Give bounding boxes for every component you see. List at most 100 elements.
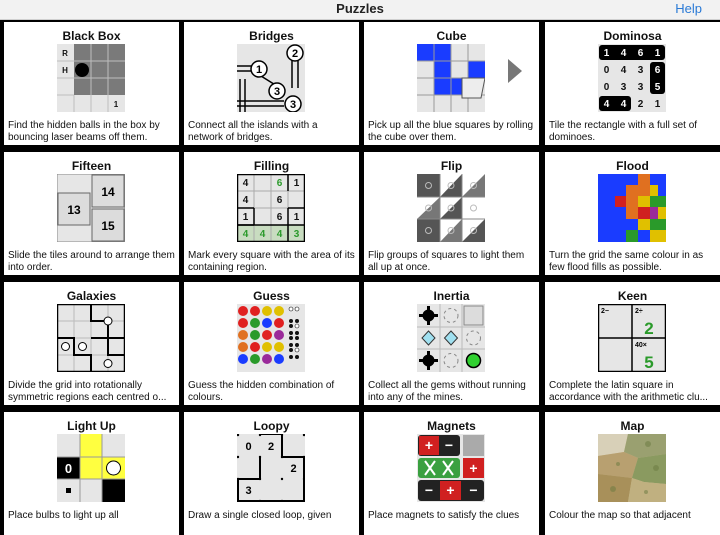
puzzle-name: Flip xyxy=(440,159,463,173)
fifteen-tile: 14 xyxy=(101,185,115,199)
fifteen-tile: 15 xyxy=(101,219,115,233)
dominosa-cell: 1 xyxy=(655,48,661,59)
flood-icon xyxy=(598,174,666,242)
puzzle-name: Map xyxy=(620,419,645,433)
puzzle-card-flip[interactable]: Flip Flip groups of squares to light the… xyxy=(364,152,539,275)
puzzle-description: Guess the hidden combination of colours. xyxy=(188,380,335,403)
keen-clue: 2− xyxy=(601,308,609,315)
puzzle-description: Complete the latin square in accordance … xyxy=(549,380,708,403)
dominosa-cell: 0 xyxy=(604,82,610,93)
puzzle-card-guess[interactable]: Guess Guess the hidden combination of co… xyxy=(184,282,359,405)
puzzle-card-map[interactable]: Map Colour the map so that adjacent xyxy=(545,412,720,535)
filling-cell: 4 xyxy=(243,178,249,189)
dominosa-cell: 6 xyxy=(655,65,661,76)
puzzle-description: Colour the map so that adjacent xyxy=(549,510,691,521)
svg-text:−: − xyxy=(445,437,453,453)
dominosa-cell: 6 xyxy=(638,48,644,59)
filling-cell: 4 xyxy=(243,229,249,240)
puzzle-description: Turn the grid the same colour in as few … xyxy=(549,250,704,273)
svg-text:+: + xyxy=(446,482,454,498)
puzzle-description: Tile the rectangle with a full set of do… xyxy=(549,120,698,143)
dominosa-cell: 3 xyxy=(621,82,627,93)
puzzle-card-inertia[interactable]: Inertia Collect all the gems without run… xyxy=(364,282,539,405)
puzzle-card-light-up[interactable]: Light Up 0 Place bulbs to light up all xyxy=(4,412,179,535)
puzzle-card-black-box[interactable]: Black Box R H 1 Find the hidden balls in… xyxy=(4,22,179,145)
puzzle-card-galaxies[interactable]: Galaxies Divide the grid into rotational… xyxy=(4,282,179,405)
dominosa-cell: 4 xyxy=(621,65,627,76)
bridges-num-3a: 3 xyxy=(274,86,280,98)
puzzle-name: Keen xyxy=(617,289,648,303)
puzzle-name: Galaxies xyxy=(66,289,117,303)
flip-icon xyxy=(417,174,485,242)
filling-cell: 3 xyxy=(294,229,300,240)
cube-icon xyxy=(417,44,485,112)
puzzle-name: Black Box xyxy=(62,29,121,43)
black-box-label-r: R xyxy=(62,49,68,58)
keen-clue: 2÷ xyxy=(635,308,643,315)
puzzle-name: Filling xyxy=(253,159,290,173)
dominosa-cell: 5 xyxy=(655,82,661,93)
bridges-num-1: 1 xyxy=(256,64,262,76)
black-box-label-1: 1 xyxy=(114,100,119,109)
puzzle-card-loopy[interactable]: Loopy 0 2 2 3 Draw a single closed loop,… xyxy=(184,412,359,535)
puzzle-description: Connect all the islands with a network o… xyxy=(188,120,318,143)
puzzle-description: Pick up all the blue squares by rolling … xyxy=(368,120,534,143)
svg-text:−: − xyxy=(425,482,433,498)
dominosa-cell: 0 xyxy=(604,65,610,76)
chevron-right-icon xyxy=(507,58,523,89)
puzzle-name: Bridges xyxy=(249,29,294,43)
puzzle-card-keen[interactable]: Keen 2− 2÷ 2 40× 5 Complete the latin sq… xyxy=(545,282,720,405)
loopy-clue: 3 xyxy=(245,485,251,497)
puzzle-card-filling[interactable]: Filling 4 6 1 4 6 1 6 1 4 4 4 3 Mark eve… xyxy=(184,152,359,275)
keen-value: 2 xyxy=(644,319,653,338)
loopy-clue: 0 xyxy=(245,441,251,453)
title-bar: Puzzles Help xyxy=(0,0,720,20)
bridges-num-2: 2 xyxy=(292,48,298,60)
filling-cell: 6 xyxy=(277,178,283,189)
fifteen-tile: 13 xyxy=(67,203,81,217)
filling-cell: 1 xyxy=(294,212,300,223)
help-button[interactable]: Help xyxy=(675,1,702,16)
galaxies-icon xyxy=(57,304,125,372)
filling-cell: 6 xyxy=(277,212,283,223)
puzzle-name: Cube xyxy=(436,29,467,43)
light-up-clue: 0 xyxy=(65,461,72,476)
loopy-clue: 2 xyxy=(268,441,274,453)
dominosa-cell: 3 xyxy=(638,82,644,93)
puzzle-name: Light Up xyxy=(67,419,116,433)
filling-icon: 4 6 1 4 6 1 6 1 4 4 4 3 xyxy=(237,174,305,242)
filling-cell: 4 xyxy=(277,229,283,240)
puzzle-grid: Black Box R H 1 Find the hidden balls in… xyxy=(0,20,720,535)
puzzle-description: Place bulbs to light up all xyxy=(8,510,119,521)
filling-cell: 4 xyxy=(243,195,249,206)
puzzle-description: Draw a single closed loop, given xyxy=(188,510,332,521)
dominosa-cell: 3 xyxy=(638,65,644,76)
puzzle-description: Mark every square with the area of its c… xyxy=(188,250,355,273)
puzzle-name: Inertia xyxy=(433,289,470,303)
light-up-icon: 0 xyxy=(57,434,125,502)
puzzle-description: Place magnets to satisfy the clues xyxy=(368,510,520,521)
dominosa-cell: 4 xyxy=(621,99,627,110)
dominosa-cell: 1 xyxy=(655,99,661,110)
puzzle-card-fifteen[interactable]: Fifteen 14 13 15 Slide the tiles around … xyxy=(4,152,179,275)
puzzle-description: Divide the grid into rotationally symmet… xyxy=(8,380,167,403)
puzzle-name: Flood xyxy=(616,159,649,173)
dominosa-icon: 1 4 6 1 0 4 3 6 0 3 3 5 4 4 2 1 xyxy=(598,44,666,112)
puzzle-description: Collect all the gems without running int… xyxy=(368,380,526,403)
puzzle-card-flood[interactable]: Flood Turn the grid the same colour in a… xyxy=(545,152,720,275)
puzzle-card-dominosa[interactable]: Dominosa 1 4 6 1 0 4 3 6 0 3 3 5 4 4 2 1… xyxy=(545,22,720,145)
dominosa-cell: 4 xyxy=(621,48,627,59)
puzzle-name: Loopy xyxy=(253,419,290,433)
svg-text:+: + xyxy=(469,460,477,476)
inertia-icon xyxy=(417,304,485,372)
magnets-icon: + − + − + − xyxy=(417,434,485,502)
loopy-clue: 2 xyxy=(290,463,296,475)
dominosa-cell: 1 xyxy=(604,48,610,59)
fifteen-icon: 14 13 15 xyxy=(57,174,125,242)
puzzle-card-bridges[interactable]: Bridges 2 1 3 3 Connect all the islands … xyxy=(184,22,359,145)
dominosa-cell: 4 xyxy=(604,99,610,110)
puzzle-name: Guess xyxy=(253,289,290,303)
puzzle-card-magnets[interactable]: Magnets + − + − + − Place magnets to sat… xyxy=(364,412,539,535)
puzzle-description: Find the hidden balls in the box by boun… xyxy=(8,120,160,143)
puzzle-card-cube[interactable]: Cube Pick up all the blue squares by rol… xyxy=(364,22,539,145)
